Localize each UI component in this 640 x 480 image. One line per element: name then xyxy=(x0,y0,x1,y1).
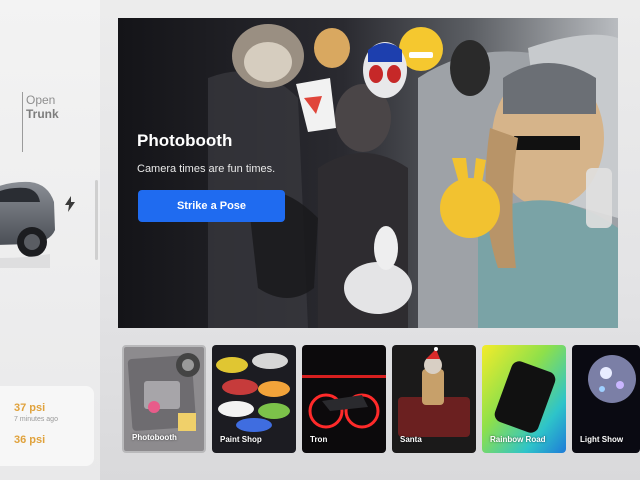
scrollbar[interactable] xyxy=(95,180,98,260)
strike-a-pose-button[interactable]: Strike a Pose xyxy=(138,190,285,222)
tile-light-show[interactable]: Light Show xyxy=(572,345,640,453)
vehicle-panel: Open Trunk 37 psi 7 minutes ago 36 psi xyxy=(0,0,100,480)
tile-paint-shop[interactable]: Paint Shop xyxy=(212,345,296,453)
tile-tron[interactable]: Tron xyxy=(302,345,386,453)
tire-pressure-timestamp: 7 minutes ago xyxy=(14,416,58,423)
charging-bolt-icon[interactable] xyxy=(64,196,76,212)
tile-label: Tron xyxy=(310,435,328,444)
tire-pressure-front: 37 psi xyxy=(14,402,46,414)
tile-santa[interactable]: Santa xyxy=(392,345,476,453)
open-label[interactable]: Open xyxy=(26,93,55,107)
trunk-button[interactable]: Trunk xyxy=(26,107,59,121)
tile-label: Santa xyxy=(400,435,422,444)
tire-pressure-card[interactable]: 37 psi 7 minutes ago 36 psi xyxy=(0,386,94,466)
tire-pressure-rear: 36 psi xyxy=(14,434,46,446)
tile-label: Paint Shop xyxy=(220,435,262,444)
tile-rainbow-road[interactable]: Rainbow Road xyxy=(482,345,566,453)
divider xyxy=(22,92,23,152)
tile-label: Photobooth xyxy=(132,433,177,442)
photobooth-hero: Photobooth Camera times are fun times. S… xyxy=(118,18,618,328)
hero-subtitle: Camera times are fun times. xyxy=(137,163,276,175)
tile-label: Rainbow Road xyxy=(490,435,546,444)
hero-title: Photobooth xyxy=(137,131,233,150)
tile-photobooth[interactable]: Photobooth xyxy=(122,345,206,453)
car-image xyxy=(0,181,55,268)
toybox-screen: Open Trunk 37 psi 7 minutes ago 36 psi P… xyxy=(0,0,640,480)
tile-label: Light Show xyxy=(580,435,624,444)
